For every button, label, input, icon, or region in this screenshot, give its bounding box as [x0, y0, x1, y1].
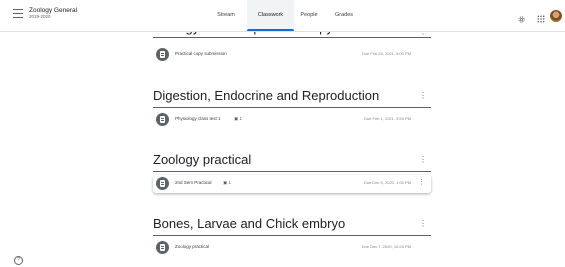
tab-people[interactable]: People [294, 0, 324, 31]
gear-icon[interactable] [517, 15, 526, 24]
topic-divider [153, 235, 431, 236]
more-vert-icon[interactable]: ⋮ [419, 219, 427, 228]
assignment-icon [156, 177, 169, 190]
item-due-date: Due Dec 5, 2020, 1:00 PM [363, 180, 411, 185]
list-item[interactable]: Practical copy submission Due Feb 26, 20… [153, 46, 431, 64]
more-vert-icon[interactable]: ⋮ [419, 91, 427, 100]
item-due-date: Due Dec 7, 2020, 10:26 PM [361, 244, 411, 249]
tab-classwork[interactable]: Classwork [247, 0, 294, 31]
tab-grades[interactable]: Grades [324, 0, 364, 31]
item-title: 2nd Sem Practical [175, 180, 212, 185]
assignment-icon [156, 48, 169, 61]
help-icon[interactable]: ? [14, 256, 23, 265]
more-vert-icon[interactable]: ⋮ [418, 178, 425, 186]
item-attachment-count: ▣ 1 [234, 116, 243, 121]
assignment-icon [156, 113, 169, 126]
apps-icon[interactable] [537, 15, 545, 23]
list-item[interactable]: Physiology class test 1 ▣ 1 Due Feb 1, 2… [153, 111, 431, 129]
item-due-date: Due Feb 1, 2021, 3:59 PM [364, 116, 411, 121]
more-vert-icon[interactable]: ⋮ [419, 155, 427, 164]
avatar[interactable] [550, 10, 562, 22]
item-title: Zoology practical [175, 244, 210, 249]
item-attachment-count: ▣ 1 [223, 180, 232, 185]
tab-bar: Stream Classwork People Grades [0, 0, 565, 31]
item-title: Practical copy submission [175, 51, 227, 56]
list-item[interactable]: 2nd Sem Practical ▣ 1 Due Dec 5, 2020, 1… [153, 175, 431, 193]
item-title: Physiology class test 1 [175, 116, 221, 121]
item-due-date: Due Feb 26, 2021, 6:00 PM [361, 51, 411, 56]
tab-stream[interactable]: Stream [205, 0, 247, 31]
top-app-bar: Zoology General 2019-2020 Stream Classwo… [0, 0, 565, 32]
topic-divider [153, 107, 431, 108]
topic-divider [153, 37, 431, 38]
topic-title: Zoology practical [153, 152, 252, 167]
assignment-icon [156, 241, 169, 254]
list-item[interactable]: Zoology practical Due Dec 7, 2020, 10:26… [153, 239, 431, 257]
topic-title: Digestion, Endocrine and Reproduction [153, 88, 380, 103]
topic-divider [153, 171, 431, 172]
topic-title: Bones, Larvae and Chick embryo [153, 216, 346, 231]
